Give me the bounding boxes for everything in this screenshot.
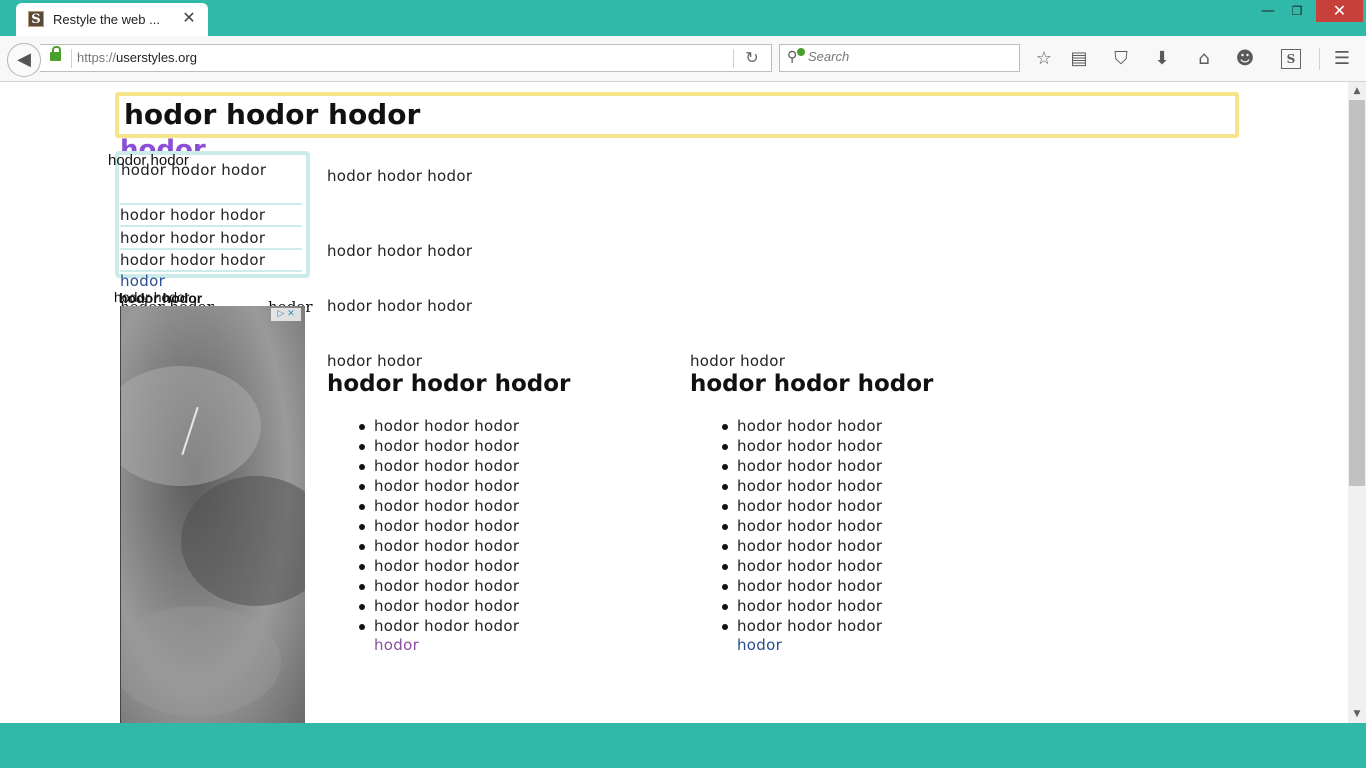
list-item[interactable]: hodor hodor hodor (359, 516, 519, 536)
list-item[interactable]: hodor hodor hodor (359, 476, 519, 496)
pocket-icon[interactable]: ⛉ (1108, 46, 1134, 72)
advertisement-image[interactable]: ▷ ✕ (120, 306, 305, 723)
column-heading: hodor hodor hodor (690, 371, 934, 397)
sidebar-item-label: hodor hodor hodor (120, 251, 266, 269)
column-more-link[interactable]: hodor (374, 636, 419, 654)
home-icon[interactable]: ⌂ (1191, 46, 1217, 72)
url-text[interactable]: https://userstyles.org (77, 50, 197, 65)
stylish-favicon-icon: S (28, 11, 44, 27)
sidebar-item[interactable]: hodor hodor hodor (120, 205, 302, 227)
sidebar-item[interactable]: hodor hodor hodor (120, 228, 302, 250)
hello-chat-icon[interactable]: ☻ (1232, 46, 1258, 72)
hamburger-menu-icon[interactable]: ☰ (1329, 46, 1355, 72)
ad-choices-icon[interactable]: ▷ ✕ (271, 308, 301, 321)
content-column-left: hodor hodor hodor hodor hodor hodor hodo… (327, 352, 627, 654)
ad-cloud-shape (181, 476, 305, 606)
scroll-up-arrow-icon[interactable]: ▲ (1348, 82, 1366, 100)
sidebar-box: hodor hodor hodor hodor hodor hodor hodo… (115, 151, 310, 278)
toolbar-separator (1319, 48, 1320, 70)
paragraph-text: hodor hodor hodor (327, 297, 473, 315)
sidebar-item-label: hodor hodor hodor (120, 206, 266, 224)
vertical-scrollbar[interactable]: ▲ ▼ (1348, 82, 1366, 723)
list-item[interactable]: hodor hodor hodor (359, 576, 519, 596)
paragraph-text: hodor hodor hodor (327, 242, 473, 260)
list-item[interactable]: hodor hodor hodor (359, 596, 519, 616)
list-item[interactable]: hodor hodor hodor (359, 456, 519, 476)
url-bar[interactable]: https://userstyles.org ↻ (40, 44, 772, 72)
list-item[interactable]: hodor hodor hodor (722, 556, 882, 576)
url-protocol: https:// (77, 50, 117, 65)
list-item[interactable]: hodor hodor hodor (722, 416, 882, 436)
list-item[interactable]: hodor hodor hodor (722, 436, 882, 456)
url-separator (71, 49, 72, 68)
list-item[interactable]: hodor hodor hodor (722, 456, 882, 476)
download-icon[interactable]: ⬇ (1149, 46, 1175, 72)
back-button[interactable]: ◀ (7, 43, 41, 77)
list-item[interactable]: hodor hodor hodor (359, 556, 519, 576)
tab-close-icon[interactable]: ✕ (180, 9, 198, 27)
list-item[interactable]: hodor hodor hodor (359, 536, 519, 556)
list-item[interactable]: hodor hodor hodor (359, 416, 519, 436)
search-icon[interactable]: ⚲ (787, 48, 805, 65)
list-item[interactable]: hodor hodor hodor (722, 596, 882, 616)
close-window-button[interactable]: ✕ (1316, 0, 1363, 22)
column-list: hodor hodor hodor hodor hodor hodor hodo… (722, 416, 882, 636)
column-more-link[interactable]: hodor (737, 636, 782, 654)
bookmark-star-icon[interactable]: ☆ (1031, 46, 1057, 72)
column-list: hodor hodor hodor hodor hodor hodor hodo… (359, 416, 519, 636)
list-item[interactable]: hodor hodor hodor (722, 496, 882, 516)
scroll-thumb[interactable] (1349, 100, 1365, 486)
page-heading-box: hodor hodor hodor (115, 92, 1239, 138)
list-item[interactable]: hodor hodor hodor (722, 476, 882, 496)
search-input[interactable] (808, 49, 1008, 64)
maximize-button[interactable]: ❐ (1283, 0, 1311, 22)
page-title: hodor hodor hodor (124, 98, 421, 131)
overlapping-label: hodor hodor (108, 152, 189, 169)
list-item[interactable]: hodor hodor hodor (359, 496, 519, 516)
title-bar: S Restyle the web ... ✕ — ❐ ✕ (0, 0, 1366, 37)
list-item[interactable]: hodor hodor hodor (722, 516, 882, 536)
ad-cloud-shape (121, 606, 281, 716)
url-host: userstyles.org (116, 50, 197, 65)
list-item[interactable]: hodor hodor hodor (359, 436, 519, 456)
content-column-right: hodor hodor hodor hodor hodor hodor hodo… (690, 352, 990, 654)
lock-icon[interactable] (50, 46, 61, 61)
taskbar (0, 723, 1366, 768)
tab-title: Restyle the web ... (53, 12, 160, 27)
column-kicker: hodor hodor (327, 352, 423, 370)
reading-list-icon[interactable]: ▤ (1066, 46, 1092, 72)
stylish-extension-icon[interactable]: S (1281, 49, 1301, 69)
list-item[interactable]: hodor hodor hodor (722, 576, 882, 596)
column-kicker: hodor hodor (690, 352, 786, 370)
navigation-toolbar: https://userstyles.org ↻ ◀ ⚲ ☆ ▤ ⛉ ⬇ ⌂ ☻… (0, 36, 1366, 82)
browser-tab[interactable]: S Restyle the web ... ✕ (16, 3, 208, 37)
reload-icon[interactable]: ↻ (740, 48, 764, 68)
back-arrow-icon: ◀ (17, 49, 31, 70)
minimize-button[interactable]: — (1254, 0, 1282, 22)
search-bar[interactable]: ⚲ (779, 44, 1020, 72)
list-item[interactable]: hodor hodor hodor (722, 616, 882, 636)
list-item[interactable]: hodor hodor hodor (722, 536, 882, 556)
sidebar-item-label: hodor hodor hodor (120, 229, 266, 247)
sidebar-more-link[interactable]: hodor (120, 272, 165, 290)
list-item[interactable]: hodor hodor hodor (359, 616, 519, 636)
reload-separator (733, 49, 734, 68)
scroll-down-arrow-icon[interactable]: ▼ (1348, 705, 1366, 723)
page-content: hodor hodor hodor hodor hodor hodor hodo… (0, 82, 1348, 723)
sidebar-item[interactable]: hodor hodor hodor (120, 250, 302, 272)
paragraph-text: hodor hodor hodor (327, 167, 473, 185)
column-heading: hodor hodor hodor (327, 371, 571, 397)
